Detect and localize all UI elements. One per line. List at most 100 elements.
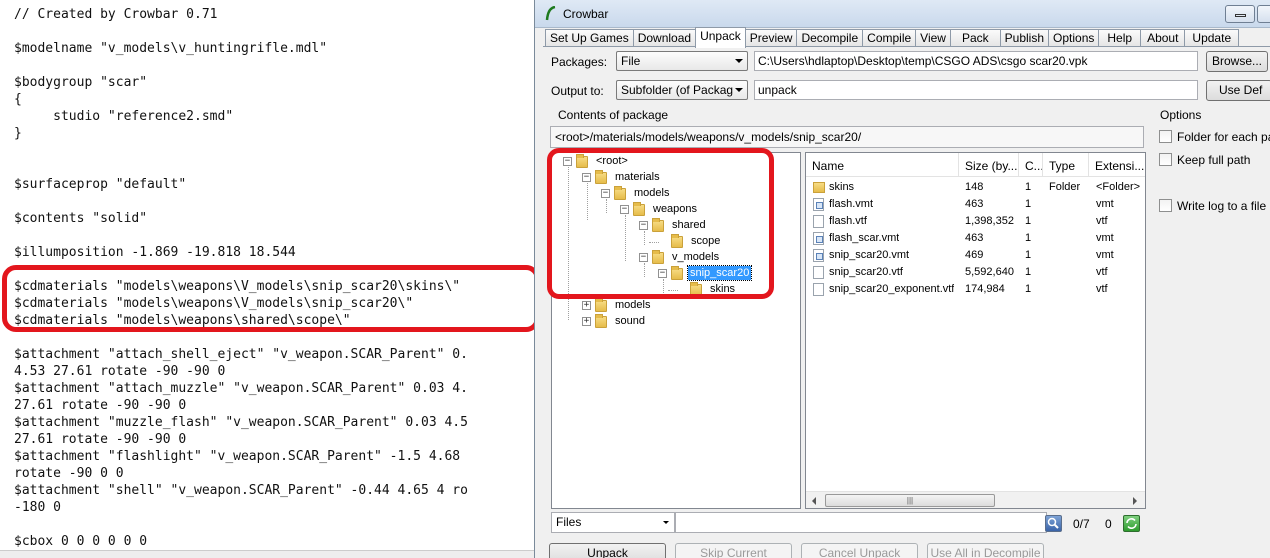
filter-select[interactable]: Files: [551, 512, 675, 533]
window-title: Crowbar: [563, 7, 609, 21]
minimize-button[interactable]: [1225, 5, 1255, 23]
code-line: studio "reference2.smd": [14, 109, 234, 124]
list-item[interactable]: flash_scar.vmt 463 1 vmt: [806, 230, 1145, 247]
options-group-label: Options: [1160, 108, 1202, 122]
packages-label: Packages:: [551, 55, 608, 69]
main-tab-strip: Set Up Games Download Unpack Preview Dec…: [545, 27, 1240, 48]
list-item[interactable]: snip_scar20.vmt 469 1 vmt: [806, 247, 1145, 264]
title-bar[interactable]: Crowbar: [535, 0, 1270, 28]
list-item[interactable]: snip_scar20_exponent.vtf 174,984 1 vtf: [806, 281, 1145, 298]
expand-icon[interactable]: +: [582, 301, 591, 310]
output-mode-value: Subfolder (of Packag: [621, 83, 734, 97]
tab-about[interactable]: About: [1140, 29, 1186, 47]
keep-full-path-checkbox[interactable]: [1159, 153, 1172, 166]
column-header-name[interactable]: Name: [806, 153, 959, 177]
output-folder-input[interactable]: unpack: [754, 80, 1198, 100]
selection-size: 0: [1105, 517, 1112, 531]
column-header-count[interactable]: C...: [1019, 153, 1043, 177]
tab-update[interactable]: Update: [1184, 29, 1240, 47]
tab-view[interactable]: View: [915, 29, 951, 47]
use-all-in-decompile-button[interactable]: Use All in Decompile: [927, 543, 1044, 558]
packages-path-input[interactable]: C:\Users\hdlaptop\Desktop\temp\CSGO ADS\…: [754, 51, 1198, 71]
code-line: $surfaceprop "default": [14, 177, 187, 192]
red-highlight-annotation-tree: [547, 148, 774, 299]
code-line: -180 0: [14, 500, 61, 515]
list-item[interactable]: snip_scar20.vtf 5,592,640 1 vtf: [806, 264, 1145, 281]
keep-full-path-label: Keep full path: [1177, 153, 1251, 167]
folder-icon: [813, 182, 825, 193]
code-line: $attachment "shell" "v_weapon.SCAR_Paren…: [14, 483, 468, 498]
list-header: Name Size (by... C... Type Extensi...: [806, 153, 1145, 177]
tab-compile[interactable]: Compile: [862, 29, 917, 47]
tree-node-label: sound: [615, 315, 645, 327]
current-path-display: <root>/materials/models/weapons/v_models…: [550, 126, 1144, 148]
code-line: {: [14, 92, 22, 107]
code-line: $modelname "v_models\v_huntingrifle.mdl": [14, 41, 328, 56]
code-line: $attachment "attach_muzzle" "v_weapon.SC…: [14, 381, 468, 396]
scrollbar-thumb[interactable]: |||: [825, 494, 995, 507]
column-header-type[interactable]: Type: [1043, 153, 1089, 177]
code-line: $cbox 0 0 0 0 0 0: [14, 534, 148, 549]
selection-count: 0/7: [1073, 517, 1090, 531]
use-default-button[interactable]: Use Def: [1206, 80, 1270, 101]
expand-icon[interactable]: +: [582, 317, 591, 326]
output-mode-select[interactable]: Subfolder (of Packag: [616, 80, 748, 100]
tab-unpack[interactable]: Unpack: [695, 27, 746, 48]
vmt-file-icon: [813, 249, 824, 262]
code-line: $attachment "muzzle_flash" "v_weapon.SCA…: [14, 415, 468, 430]
code-line: $contents "solid": [14, 211, 148, 226]
vmt-file-icon: [813, 232, 824, 245]
chevron-down-icon: [735, 88, 743, 92]
folder-icon: [595, 298, 607, 312]
tab-decompile[interactable]: Decompile: [796, 29, 864, 47]
list-item[interactable]: flash.vtf 1,398,352 1 vtf: [806, 213, 1145, 230]
magnifier-icon: [1047, 517, 1059, 529]
packages-mode-select[interactable]: File: [616, 51, 748, 71]
find-button[interactable]: [1045, 515, 1062, 532]
code-line: // Created by Crowbar 0.71: [14, 7, 218, 22]
tab-pack[interactable]: Pack: [949, 29, 1001, 47]
qc-text-editor[interactable]: // Created by Crowbar 0.71 $modelname "v…: [0, 0, 534, 558]
code-line: $attachment "attach_shell_eject" "v_weap…: [14, 347, 468, 362]
refresh-button[interactable]: [1123, 515, 1140, 532]
refresh-icon: [1126, 518, 1137, 529]
scroll-left-arrow-icon[interactable]: [812, 497, 816, 505]
tab-preview[interactable]: Preview: [744, 29, 798, 47]
tab-help[interactable]: Help: [1098, 29, 1142, 47]
vmt-file-icon: [813, 198, 824, 211]
code-line: rotate -90 0 0: [14, 466, 124, 481]
maximize-button[interactable]: [1257, 5, 1270, 23]
minimize-icon: [1235, 14, 1246, 17]
code-line: $bodygroup "scar": [14, 75, 148, 90]
list-horizontal-scrollbar[interactable]: |||: [806, 491, 1145, 508]
search-input[interactable]: [675, 512, 1047, 533]
packages-mode-value: File: [621, 54, 641, 68]
code-line: $attachment "flashlight" "v_weapon.SCAR_…: [14, 449, 461, 464]
code-line: 4.53 27.61 rotate -90 -90 0: [14, 364, 226, 379]
tab-options[interactable]: Options: [1048, 29, 1100, 47]
scroll-right-arrow-icon[interactable]: [1133, 497, 1137, 505]
output-label: Output to:: [551, 84, 604, 98]
file-icon: [813, 283, 824, 296]
chevron-down-icon: [663, 521, 669, 524]
folder-for-each-label: Folder for each pa: [1177, 130, 1270, 144]
file-list[interactable]: Name Size (by... C... Type Extensi... sk…: [805, 152, 1146, 509]
folder-for-each-checkbox[interactable]: [1159, 130, 1172, 143]
list-item[interactable]: skins 148 1 Folder <Folder>: [806, 179, 1145, 196]
column-header-extension[interactable]: Extensi...: [1089, 153, 1145, 177]
list-item[interactable]: flash.vmt 463 1 vmt: [806, 196, 1145, 213]
tree-node-label: models: [615, 299, 651, 311]
tab-set-up-games[interactable]: Set Up Games: [545, 29, 634, 47]
tab-download[interactable]: Download: [632, 29, 697, 47]
folder-icon: [595, 314, 607, 328]
skip-current-button[interactable]: Skip Current: [675, 543, 792, 558]
column-header-size[interactable]: Size (by...: [959, 153, 1019, 177]
browse-button[interactable]: Browse...: [1206, 51, 1268, 72]
horizontal-scrollbar[interactable]: [0, 550, 534, 558]
write-log-checkbox[interactable]: [1159, 199, 1172, 212]
unpack-button[interactable]: Unpack: [549, 543, 666, 558]
chevron-down-icon: [735, 59, 743, 63]
cancel-unpack-button[interactable]: Cancel Unpack: [801, 543, 918, 558]
tab-publish[interactable]: Publish: [999, 29, 1050, 47]
red-highlight-annotation: [2, 265, 534, 332]
